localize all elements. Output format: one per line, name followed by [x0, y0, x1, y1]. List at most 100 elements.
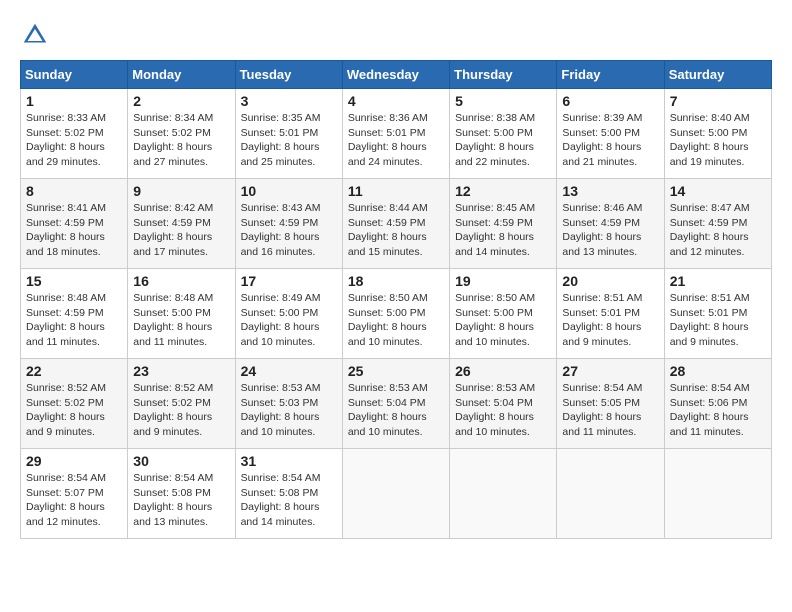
day-info: Sunrise: 8:50 AMSunset: 5:00 PMDaylight:…: [455, 291, 551, 350]
day-number: 12: [455, 183, 551, 199]
calendar-cell: 30 Sunrise: 8:54 AMSunset: 5:08 PMDayligh…: [128, 449, 235, 539]
day-info: Sunrise: 8:36 AMSunset: 5:01 PMDaylight:…: [348, 111, 444, 170]
day-number: 31: [241, 453, 337, 469]
calendar-cell: 28Sunrise: 8:54 AMSunset: 5:06 PMDayligh…: [664, 359, 771, 449]
day-number: 1: [26, 93, 122, 109]
day-number: 26: [455, 363, 551, 379]
calendar-cell: 16 Sunrise: 8:48 AMSunset: 5:00 PMDayligh…: [128, 269, 235, 359]
calendar-cell: 15 Sunrise: 8:48 AMSunset: 4:59 PMDayligh…: [21, 269, 128, 359]
day-info: Sunrise: 8:33 AMSunset: 5:02 PMDaylight:…: [26, 111, 122, 170]
day-number: 27: [562, 363, 658, 379]
day-of-week-header: Monday: [128, 61, 235, 89]
day-info: Sunrise: 8:45 AMSunset: 4:59 PMDaylight:…: [455, 201, 551, 260]
day-info: Sunrise: 8:54 AMSunset: 5:08 PMDaylight:…: [241, 471, 337, 530]
calendar-cell: [450, 449, 557, 539]
day-number: 16: [133, 273, 229, 289]
calendar-cell: 21 Sunrise: 8:51 AMSunset: 5:01 PMDayligh…: [664, 269, 771, 359]
day-number: 10: [241, 183, 337, 199]
day-number: 8: [26, 183, 122, 199]
calendar-cell: 11 Sunrise: 8:44 AMSunset: 4:59 PMDayligh…: [342, 179, 449, 269]
day-info: Sunrise: 8:40 AMSunset: 5:00 PMDaylight:…: [670, 111, 766, 170]
calendar-cell: 19 Sunrise: 8:50 AMSunset: 5:00 PMDayligh…: [450, 269, 557, 359]
day-info: Sunrise: 8:34 AMSunset: 5:02 PMDaylight:…: [133, 111, 229, 170]
day-info: Sunrise: 8:53 AMSunset: 5:03 PMDaylight:…: [241, 381, 337, 440]
calendar-cell: 31 Sunrise: 8:54 AMSunset: 5:08 PMDayligh…: [235, 449, 342, 539]
day-number: 21: [670, 273, 766, 289]
calendar-cell: 13 Sunrise: 8:46 AMSunset: 4:59 PMDayligh…: [557, 179, 664, 269]
day-info: Sunrise: 8:35 AMSunset: 5:01 PMDaylight:…: [241, 111, 337, 170]
day-of-week-header: Wednesday: [342, 61, 449, 89]
day-of-week-header: Thursday: [450, 61, 557, 89]
day-number: 5: [455, 93, 551, 109]
day-info: Sunrise: 8:54 AMSunset: 5:08 PMDaylight:…: [133, 471, 229, 530]
day-info: Sunrise: 8:52 AMSunset: 5:02 PMDaylight:…: [133, 381, 229, 440]
day-number: 22: [26, 363, 122, 379]
day-number: 24: [241, 363, 337, 379]
calendar-cell: 4 Sunrise: 8:36 AMSunset: 5:01 PMDaylight…: [342, 89, 449, 179]
calendar-cell: 26 Sunrise: 8:53 AMSunset: 5:04 PMDayligh…: [450, 359, 557, 449]
calendar-cell: 24 Sunrise: 8:53 AMSunset: 5:03 PMDayligh…: [235, 359, 342, 449]
day-of-week-header: Saturday: [664, 61, 771, 89]
logo: [20, 20, 54, 50]
day-number: 19: [455, 273, 551, 289]
calendar-cell: 1 Sunrise: 8:33 AMSunset: 5:02 PMDaylight…: [21, 89, 128, 179]
calendar-cell: 25Sunrise: 8:53 AMSunset: 5:04 PMDayligh…: [342, 359, 449, 449]
calendar-week-row: 8 Sunrise: 8:41 AMSunset: 4:59 PMDaylight…: [21, 179, 772, 269]
calendar-cell: 8 Sunrise: 8:41 AMSunset: 4:59 PMDaylight…: [21, 179, 128, 269]
calendar-cell: 12 Sunrise: 8:45 AMSunset: 4:59 PMDayligh…: [450, 179, 557, 269]
day-number: 7: [670, 93, 766, 109]
day-info: Sunrise: 8:52 AMSunset: 5:02 PMDaylight:…: [26, 381, 122, 440]
calendar-cell: [342, 449, 449, 539]
day-number: 17: [241, 273, 337, 289]
calendar-week-row: 29 Sunrise: 8:54 AMSunset: 5:07 PMDayligh…: [21, 449, 772, 539]
day-info: Sunrise: 8:53 AMSunset: 5:04 PMDaylight:…: [455, 381, 551, 440]
calendar-week-row: 15 Sunrise: 8:48 AMSunset: 4:59 PMDayligh…: [21, 269, 772, 359]
day-info: Sunrise: 8:46 AMSunset: 4:59 PMDaylight:…: [562, 201, 658, 260]
calendar-cell: 18 Sunrise: 8:50 AMSunset: 5:00 PMDayligh…: [342, 269, 449, 359]
calendar-cell: 17Sunrise: 8:49 AMSunset: 5:00 PMDayligh…: [235, 269, 342, 359]
calendar-week-row: 1 Sunrise: 8:33 AMSunset: 5:02 PMDaylight…: [21, 89, 772, 179]
day-info: Sunrise: 8:39 AMSunset: 5:00 PMDaylight:…: [562, 111, 658, 170]
day-info: Sunrise: 8:53 AMSunset: 5:04 PMDaylight:…: [348, 381, 444, 440]
day-of-week-header: Sunday: [21, 61, 128, 89]
day-info: Sunrise: 8:54 AMSunset: 5:07 PMDaylight:…: [26, 471, 122, 530]
day-number: 11: [348, 183, 444, 199]
day-number: 29: [26, 453, 122, 469]
calendar-table: SundayMondayTuesdayWednesdayThursdayFrid…: [20, 60, 772, 539]
day-number: 13: [562, 183, 658, 199]
calendar-cell: [557, 449, 664, 539]
day-info: Sunrise: 8:48 AMSunset: 4:59 PMDaylight:…: [26, 291, 122, 350]
day-info: Sunrise: 8:47 AMSunset: 4:59 PMDaylight:…: [670, 201, 766, 260]
day-info: Sunrise: 8:51 AMSunset: 5:01 PMDaylight:…: [562, 291, 658, 350]
calendar-week-row: 22 Sunrise: 8:52 AMSunset: 5:02 PMDayligh…: [21, 359, 772, 449]
day-number: 18: [348, 273, 444, 289]
calendar-cell: 7 Sunrise: 8:40 AMSunset: 5:00 PMDaylight…: [664, 89, 771, 179]
calendar-cell: 5Sunrise: 8:38 AMSunset: 5:00 PMDaylight…: [450, 89, 557, 179]
calendar-cell: 10 Sunrise: 8:43 AMSunset: 4:59 PMDayligh…: [235, 179, 342, 269]
day-info: Sunrise: 8:54 AMSunset: 5:06 PMDaylight:…: [670, 381, 766, 440]
day-number: 14: [670, 183, 766, 199]
day-info: Sunrise: 8:48 AMSunset: 5:00 PMDaylight:…: [133, 291, 229, 350]
day-info: Sunrise: 8:43 AMSunset: 4:59 PMDaylight:…: [241, 201, 337, 260]
day-info: Sunrise: 8:41 AMSunset: 4:59 PMDaylight:…: [26, 201, 122, 260]
day-number: 23: [133, 363, 229, 379]
day-info: Sunrise: 8:51 AMSunset: 5:01 PMDaylight:…: [670, 291, 766, 350]
calendar-cell: 23 Sunrise: 8:52 AMSunset: 5:02 PMDayligh…: [128, 359, 235, 449]
day-number: 15: [26, 273, 122, 289]
calendar-cell: 2 Sunrise: 8:34 AMSunset: 5:02 PMDaylight…: [128, 89, 235, 179]
calendar-cell: 29 Sunrise: 8:54 AMSunset: 5:07 PMDayligh…: [21, 449, 128, 539]
day-number: 2: [133, 93, 229, 109]
day-of-week-header: Friday: [557, 61, 664, 89]
day-info: Sunrise: 8:44 AMSunset: 4:59 PMDaylight:…: [348, 201, 444, 260]
day-number: 30: [133, 453, 229, 469]
day-info: Sunrise: 8:50 AMSunset: 5:00 PMDaylight:…: [348, 291, 444, 350]
calendar-cell: 3Sunrise: 8:35 AMSunset: 5:01 PMDaylight…: [235, 89, 342, 179]
day-of-week-header: Tuesday: [235, 61, 342, 89]
day-number: 20: [562, 273, 658, 289]
day-number: 9: [133, 183, 229, 199]
day-number: 4: [348, 93, 444, 109]
day-info: Sunrise: 8:54 AMSunset: 5:05 PMDaylight:…: [562, 381, 658, 440]
calendar-header-row: SundayMondayTuesdayWednesdayThursdayFrid…: [21, 61, 772, 89]
calendar-cell: 20 Sunrise: 8:51 AMSunset: 5:01 PMDayligh…: [557, 269, 664, 359]
calendar-cell: [664, 449, 771, 539]
